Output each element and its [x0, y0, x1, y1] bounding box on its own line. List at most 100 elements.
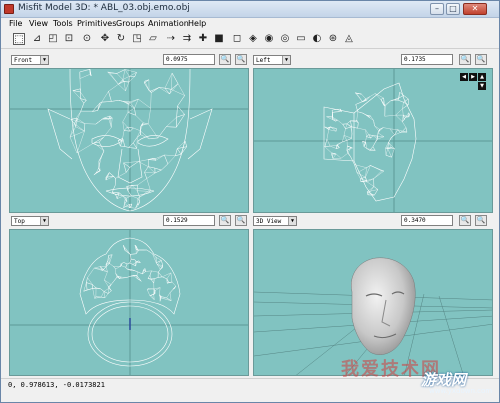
- extrude-button[interactable]: ⇢: [165, 33, 177, 45]
- zoom-out-button[interactable]: 🔍: [475, 215, 487, 226]
- pane-header: Front ▼ 0.0975 🔍 🔍: [9, 53, 249, 67]
- view-select-value: Front: [14, 57, 33, 64]
- viewport-top[interactable]: [9, 229, 249, 376]
- zoom-out-icon: 🔍: [476, 216, 486, 224]
- pane-header: Left ▼ 0.1735 🔍 🔍: [253, 53, 493, 67]
- drag-vertex-button[interactable]: ✚: [197, 33, 209, 45]
- create-polygon-icon: ◐: [312, 33, 322, 44]
- attract-icon: ⇉: [182, 33, 192, 44]
- create-projection-button[interactable]: ◬: [343, 33, 355, 45]
- menu-help[interactable]: Help: [188, 19, 206, 28]
- zoom-in-icon: 🔍: [460, 55, 470, 63]
- chevron-down-icon: ▼: [288, 217, 296, 225]
- rotate-icon: ↻: [116, 33, 126, 44]
- zoom-out-button[interactable]: 🔍: [235, 54, 247, 65]
- create-polygon-button[interactable]: ◐: [311, 33, 323, 45]
- create-projection-icon: ◬: [345, 33, 353, 44]
- zoom-in-button[interactable]: 🔍: [219, 54, 231, 65]
- extrude-icon: ⇢: [166, 33, 176, 44]
- move-button[interactable]: ✥: [99, 33, 111, 45]
- menu-animation[interactable]: Animation: [148, 19, 189, 28]
- scale-button[interactable]: ◳: [131, 33, 143, 45]
- create-cube-button[interactable]: ◈: [247, 33, 259, 45]
- pane-top: Top ▼ 0.1529 🔍 🔍: [9, 214, 249, 377]
- zoom-input-top[interactable]: 0.1529: [163, 215, 215, 226]
- zoom-input-front[interactable]: 0.0975: [163, 54, 215, 65]
- maximize-button[interactable]: □: [446, 3, 460, 15]
- background-icon: ■: [214, 33, 224, 44]
- pane-left: Left ▼ 0.1735 🔍 🔍 ◀ ▶ ▲ ▼: [253, 53, 493, 213]
- create-vertex-button[interactable]: ◻: [231, 33, 243, 45]
- view-select-left[interactable]: Left ▼: [253, 55, 291, 65]
- viewport-front[interactable]: [9, 68, 249, 213]
- zoom-input-left[interactable]: 0.1735: [401, 54, 453, 65]
- view-nav-arrows: ◀ ▶ ▲ ▼: [460, 73, 490, 97]
- viewport-left[interactable]: ◀ ▶ ▲ ▼: [253, 68, 493, 213]
- close-button[interactable]: ✕: [463, 3, 487, 15]
- app-icon: [4, 4, 14, 14]
- chevron-down-icon: ▼: [40, 217, 48, 225]
- menu-view[interactable]: View: [29, 19, 48, 28]
- select-faces-icon: ⊿: [32, 33, 42, 44]
- wireframe-front-face: [10, 69, 248, 212]
- pan-up-button[interactable]: ▲: [478, 73, 486, 81]
- menu-groups[interactable]: Groups: [116, 19, 145, 28]
- zoom-out-button[interactable]: 🔍: [475, 54, 487, 65]
- background-button[interactable]: ■: [213, 33, 225, 45]
- create-cylinder-button[interactable]: ◎: [279, 33, 291, 45]
- select-bone-icon: ⊡: [64, 33, 74, 44]
- zoom-out-icon: 🔍: [236, 55, 246, 63]
- title-bar[interactable]: Misfit Model 3D: * ABL_03.obj.emo.obj – …: [1, 1, 499, 18]
- menu-file[interactable]: File: [9, 19, 22, 28]
- pan-left-button[interactable]: ◀: [460, 73, 468, 81]
- select-point-icon: ⊙: [82, 33, 92, 44]
- create-bone-button[interactable]: ⊛: [327, 33, 339, 45]
- rotate-button[interactable]: ↻: [115, 33, 127, 45]
- view-select-value: Left: [256, 57, 271, 64]
- menu-tools[interactable]: Tools: [53, 19, 73, 28]
- select-vertices-button[interactable]: ⬚: [13, 33, 25, 45]
- select-connected-button[interactable]: ◰: [47, 33, 59, 45]
- zoom-in-button[interactable]: 🔍: [219, 215, 231, 226]
- app-window: Misfit Model 3D: * ABL_03.obj.emo.obj – …: [0, 0, 500, 403]
- zoom-in-icon: 🔍: [220, 216, 230, 224]
- attract-button[interactable]: ⇉: [181, 33, 193, 45]
- chevron-down-icon: ▼: [282, 56, 290, 64]
- select-faces-button[interactable]: ⊿: [31, 33, 43, 45]
- chevron-down-icon: ▼: [40, 56, 48, 64]
- create-bone-icon: ⊛: [328, 33, 338, 44]
- pane-header: Top ▼ 0.1529 🔍 🔍: [9, 214, 249, 228]
- toolbar: ⬚ ⊿ ◰ ⊡ ⊙ ✥ ↻ ◳ ▱ ⇢ ⇉ ✚ ■ ◻ ◈ ◉ ◎ ▭ ◐ ⊛ ◬: [1, 31, 499, 49]
- view-select-value: Top: [14, 218, 25, 225]
- watermark: 我爱技术网 游戏网 www.yxdown.com: [311, 353, 496, 398]
- create-ellipse-icon: ◉: [264, 33, 274, 44]
- create-torus-button[interactable]: ▭: [295, 33, 307, 45]
- zoom-in-button[interactable]: 🔍: [459, 215, 471, 226]
- pan-down-button[interactable]: ▼: [478, 82, 486, 90]
- pane-front: Front ▼ 0.0975 🔍 🔍: [9, 53, 249, 213]
- zoom-out-icon: 🔍: [236, 216, 246, 224]
- pane-header: 3D View ▼ 0.3470 🔍 🔍: [253, 214, 493, 228]
- view-select-front[interactable]: Front ▼: [11, 55, 49, 65]
- move-icon: ✥: [100, 33, 110, 44]
- create-ellipse-button[interactable]: ◉: [263, 33, 275, 45]
- view-select-3d[interactable]: 3D View ▼: [253, 216, 297, 226]
- zoom-out-button[interactable]: 🔍: [235, 215, 247, 226]
- zoom-input-3d[interactable]: 0.3470: [401, 215, 453, 226]
- menu-bar: File View Tools Primitives Groups Animat…: [1, 18, 499, 31]
- drag-vertex-icon: ✚: [198, 33, 208, 44]
- select-connected-icon: ◰: [48, 33, 58, 44]
- view-select-value: 3D View: [256, 218, 282, 225]
- scale-icon: ◳: [132, 33, 142, 44]
- view-select-top[interactable]: Top ▼: [11, 216, 49, 226]
- shear-icon: ▱: [149, 33, 157, 44]
- create-cube-icon: ◈: [249, 33, 257, 44]
- select-vertices-icon: ⬚: [14, 34, 24, 45]
- pan-right-button[interactable]: ▶: [469, 73, 477, 81]
- zoom-in-button[interactable]: 🔍: [459, 54, 471, 65]
- select-bone-button[interactable]: ⊡: [63, 33, 75, 45]
- select-point-button[interactable]: ⊙: [81, 33, 93, 45]
- minimize-button[interactable]: –: [430, 3, 444, 15]
- menu-primitives[interactable]: Primitives: [77, 19, 116, 28]
- shear-button[interactable]: ▱: [147, 33, 159, 45]
